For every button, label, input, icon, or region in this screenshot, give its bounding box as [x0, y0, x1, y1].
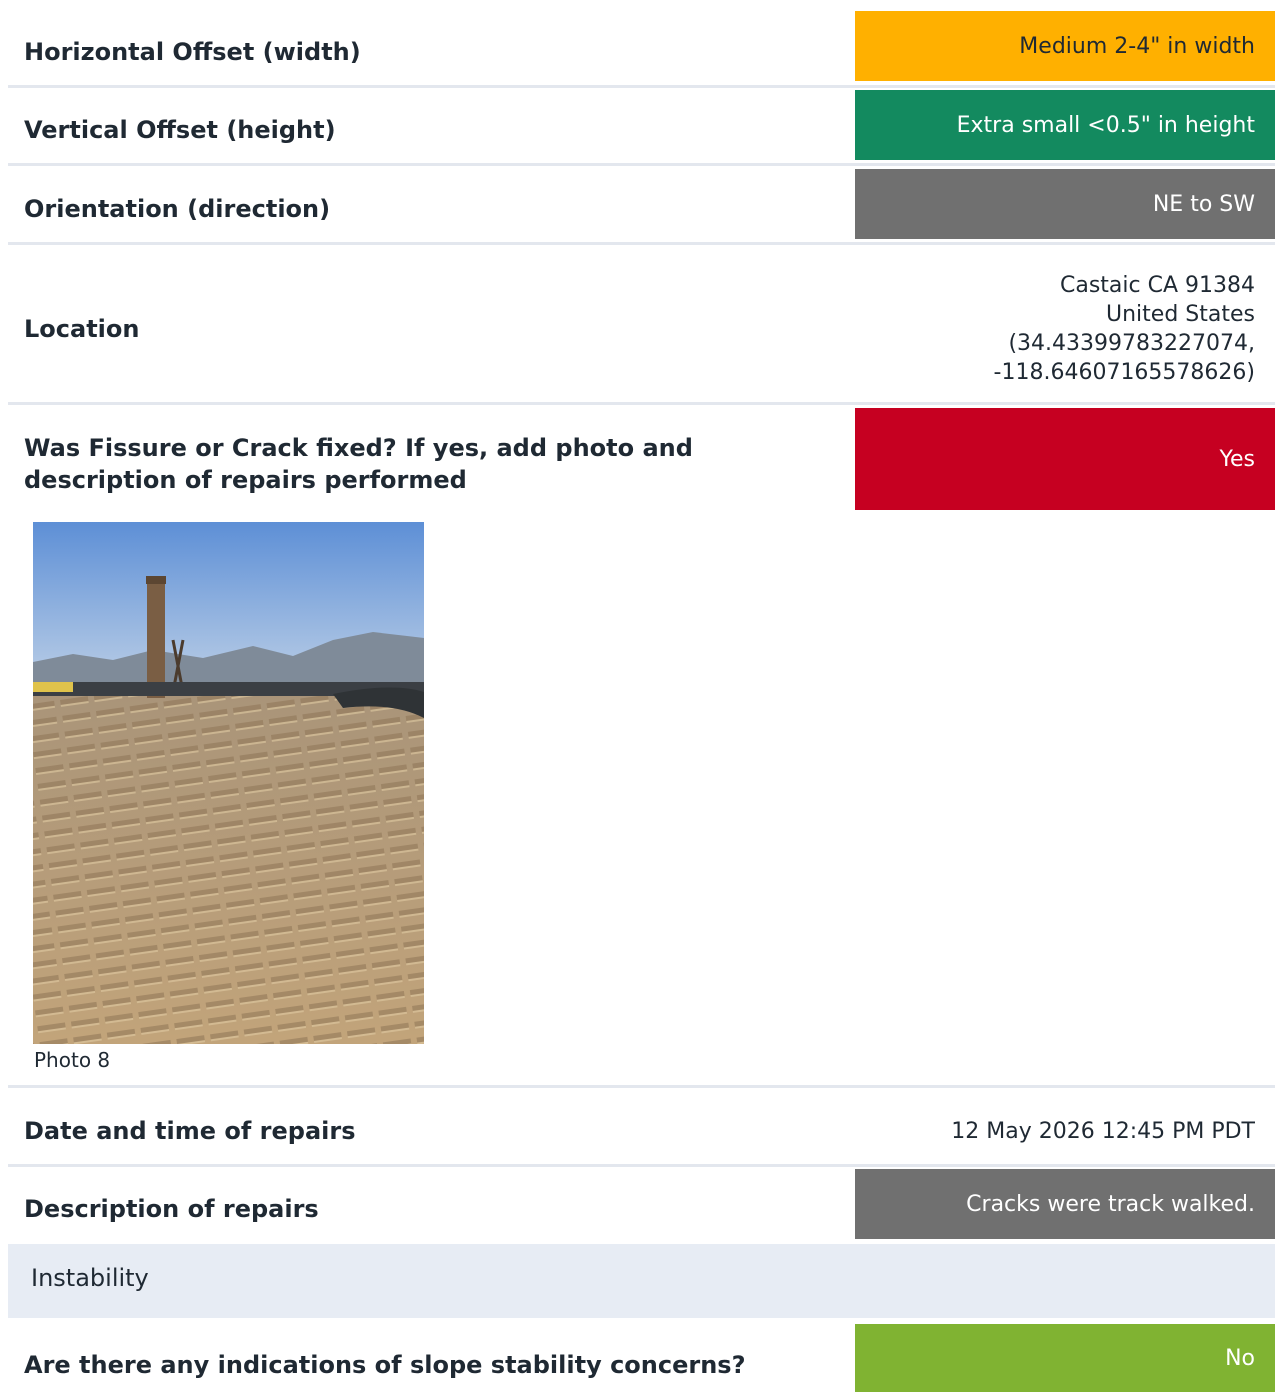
- slope-stability-value: No: [855, 1324, 1275, 1392]
- vertical-offset-label: Vertical Offset (height): [24, 116, 336, 144]
- divider: [8, 1085, 1275, 1088]
- orientation-value-text: NE to SW: [1152, 191, 1255, 217]
- repair-description-label: Description of repairs: [24, 1195, 319, 1223]
- section-title: Instability: [31, 1264, 149, 1292]
- divider: [8, 85, 1275, 88]
- fissure-fixed-value: Yes: [855, 408, 1275, 510]
- fissure-fixed-value-text: Yes: [1219, 446, 1255, 472]
- photo-caption: Photo 8: [34, 1048, 111, 1072]
- repair-date-label: Date and time of repairs: [24, 1117, 356, 1145]
- location-label: Location: [24, 315, 140, 343]
- orientation-label: Orientation (direction): [24, 195, 331, 223]
- location-line: -118.64607165578626): [993, 360, 1255, 385]
- slope-stability-label: Are there any indications of slope stabi…: [24, 1351, 746, 1379]
- divider: [8, 1164, 1275, 1167]
- repair-date-value: 12 May 2026 12:45 PM PDT: [951, 1119, 1255, 1144]
- location-line: Castaic CA 91384: [1059, 273, 1255, 298]
- repair-photo[interactable]: [33, 522, 424, 1044]
- repair-description-value: Cracks were track walked.: [855, 1169, 1275, 1239]
- vertical-offset-value: Extra small <0.5" in height: [855, 90, 1275, 160]
- repair-description-value-text: Cracks were track walked.: [966, 1191, 1255, 1217]
- divider: [8, 163, 1275, 166]
- location-line: United States: [1106, 302, 1255, 327]
- horizontal-offset-value-text: Medium 2-4" in width: [1019, 33, 1255, 59]
- orientation-value: NE to SW: [855, 169, 1275, 239]
- vertical-offset-value-text: Extra small <0.5" in height: [956, 112, 1255, 138]
- horizontal-offset-label: Horizontal Offset (width): [24, 38, 361, 66]
- location-value: Castaic CA 91384 United States (34.43399…: [994, 271, 1255, 387]
- divider: [8, 242, 1275, 245]
- fissure-fixed-label: Was Fissure or Crack fixed? If yes, add …: [24, 434, 693, 494]
- section-header-instability: Instability: [8, 1244, 1275, 1318]
- divider: [8, 402, 1275, 405]
- repair-photo-image: [33, 522, 424, 1044]
- location-line: (34.43399783227074,: [1008, 331, 1255, 356]
- horizontal-offset-value: Medium 2-4" in width: [855, 11, 1275, 81]
- slope-stability-value-text: No: [1225, 1345, 1255, 1371]
